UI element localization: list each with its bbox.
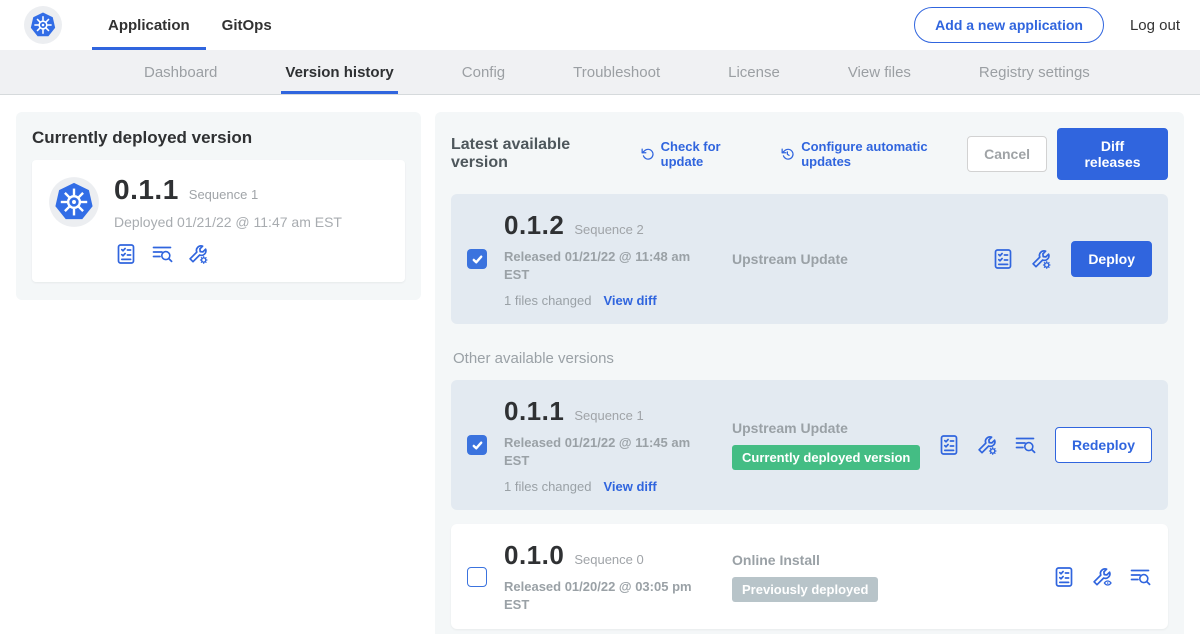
check-for-update-label: Check for update: [661, 139, 759, 169]
refresh-icon: [640, 146, 655, 162]
released-timestamp: Released 01/21/22 @ 11:48 am EST: [504, 248, 700, 283]
sequence-label: Sequence 0: [574, 552, 643, 567]
subnav-version-history[interactable]: Version history: [281, 50, 397, 94]
check-icon: [471, 253, 484, 266]
version-number: 0.1.1: [504, 396, 564, 427]
kubernetes-logo-icon: [24, 6, 62, 44]
subnav-registry-settings[interactable]: Registry settings: [975, 50, 1094, 94]
released-timestamp: Released 01/21/22 @ 11:45 am EST: [504, 434, 700, 469]
version-source-label: Upstream Update: [732, 420, 937, 436]
currently-deployed-card: Currently deployed version 0.1.1 Sequenc…: [16, 112, 421, 300]
version-source-label: Upstream Update: [732, 251, 991, 267]
subnav-dashboard[interactable]: Dashboard: [140, 50, 221, 94]
config-wrench-icon[interactable]: [975, 433, 999, 457]
version-number: 0.1.0: [504, 540, 564, 571]
view-diff-link[interactable]: View diff: [603, 479, 656, 494]
top-nav-tabs: Application GitOps: [92, 0, 288, 50]
cancel-button[interactable]: Cancel: [967, 136, 1047, 172]
version-row: 0.1.2 Sequence 2 Released 01/21/22 @ 11:…: [451, 194, 1168, 324]
previously-deployed-badge: Previously deployed: [732, 577, 878, 602]
preview-wrench-icon[interactable]: [1090, 565, 1114, 589]
check-icon: [471, 439, 484, 452]
sequence-label: Sequence 2: [574, 222, 643, 237]
deployed-sequence-label: Sequence 1: [189, 187, 258, 202]
configure-updates-link[interactable]: Configure automatic updates: [780, 139, 967, 169]
diff-releases-button[interactable]: Diff releases: [1057, 128, 1168, 180]
check-for-update-link[interactable]: Check for update: [640, 139, 759, 169]
release-notes-icon[interactable]: [114, 242, 138, 266]
currently-deployed-title: Currently deployed version: [32, 128, 405, 148]
view-files-diff-icon[interactable]: [1013, 433, 1037, 457]
deployed-version-number: 0.1.1: [114, 174, 179, 206]
view-files-diff-icon[interactable]: [150, 242, 174, 266]
deployed-version-box: 0.1.1 Sequence 1 Deployed 01/21/22 @ 11:…: [32, 160, 405, 282]
view-files-diff-icon[interactable]: [1128, 565, 1152, 589]
subnav-troubleshoot[interactable]: Troubleshoot: [569, 50, 664, 94]
sequence-label: Sequence 1: [574, 408, 643, 423]
release-notes-icon[interactable]: [1052, 565, 1076, 589]
released-timestamp: Released 01/20/22 @ 03:05 pm EST: [504, 578, 700, 613]
clock-refresh-icon: [780, 146, 795, 162]
latest-available-title: Latest available version: [451, 136, 618, 172]
add-application-button[interactable]: Add a new application: [914, 7, 1104, 43]
subnav-view-files[interactable]: View files: [844, 50, 915, 94]
subnav-license[interactable]: License: [724, 50, 784, 94]
config-wrench-icon[interactable]: [186, 242, 210, 266]
tab-application[interactable]: Application: [92, 0, 206, 50]
configure-updates-label: Configure automatic updates: [801, 139, 967, 169]
version-row: 0.1.1 Sequence 1 Released 01/21/22 @ 11:…: [451, 380, 1168, 510]
version-checkbox[interactable]: [467, 435, 487, 455]
currently-deployed-badge: Currently deployed version: [732, 445, 920, 470]
view-diff-link[interactable]: View diff: [603, 293, 656, 308]
version-checkbox[interactable]: [467, 567, 487, 587]
logout-button[interactable]: Log out: [1130, 17, 1180, 34]
release-notes-icon[interactable]: [937, 433, 961, 457]
deployed-timestamp: Deployed 01/21/22 @ 11:47 am EST: [114, 214, 342, 230]
subnav-config[interactable]: Config: [458, 50, 509, 94]
main-content: Currently deployed version 0.1.1 Sequenc…: [0, 95, 1200, 634]
version-source-label: Online Install: [732, 552, 1052, 568]
version-number: 0.1.2: [504, 210, 564, 241]
top-nav: Application GitOps Add a new application…: [0, 0, 1200, 50]
redeploy-button[interactable]: Redeploy: [1055, 427, 1152, 463]
available-versions-panel: Latest available version Check for updat…: [435, 112, 1184, 634]
app-subnav: Dashboard Version history Config Trouble…: [0, 50, 1200, 95]
config-wrench-icon[interactable]: [1029, 247, 1053, 271]
files-changed-label: 1 files changed: [504, 479, 591, 494]
version-checkbox[interactable]: [467, 249, 487, 269]
release-notes-icon[interactable]: [991, 247, 1015, 271]
other-versions-label: Other available versions: [453, 350, 1168, 367]
version-row: 0.1.0 Sequence 0 Released 01/20/22 @ 03:…: [451, 524, 1168, 629]
tab-gitops[interactable]: GitOps: [206, 0, 288, 50]
deploy-button[interactable]: Deploy: [1071, 241, 1152, 277]
files-changed-label: 1 files changed: [504, 293, 591, 308]
app-icon: [48, 176, 100, 228]
